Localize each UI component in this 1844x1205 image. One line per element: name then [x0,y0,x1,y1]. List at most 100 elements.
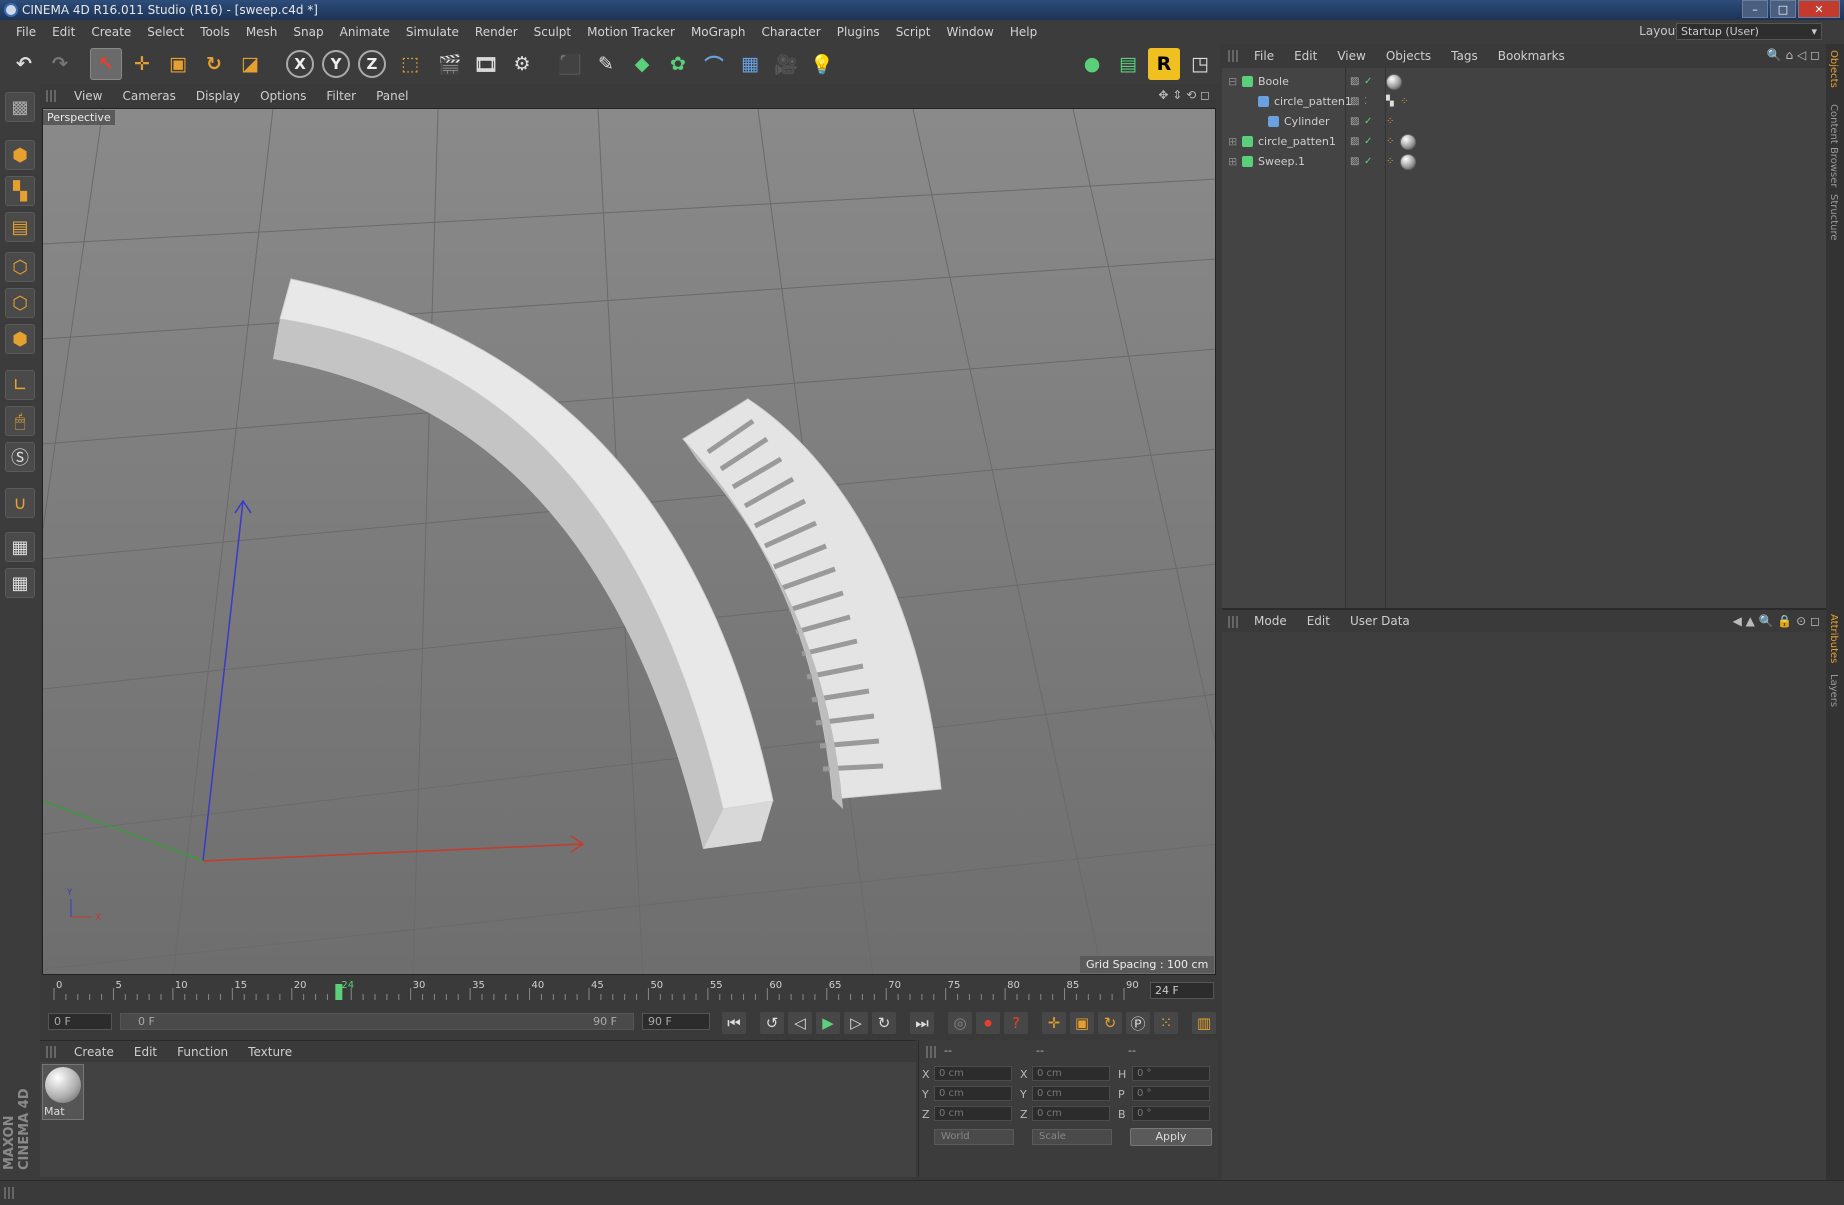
attribute-menu-user-data[interactable]: User Data [1340,614,1420,628]
enabled-check-icon[interactable]: ✓ [1364,156,1372,167]
editor-visibility-icon[interactable]: ▨ [1350,116,1359,127]
polygons-mode-icon[interactable]: ⬢ [5,324,35,354]
viewport-camera-label[interactable]: Perspective [43,110,115,125]
minimize-button[interactable]: – [1742,0,1768,18]
menu-help[interactable]: Help [1002,20,1045,44]
planar-workplane-icon[interactable]: ▦ [5,568,35,598]
key-rotation-icon[interactable]: ↻ [1098,1012,1122,1034]
layout-select[interactable]: Startup (User) ▾ [1676,23,1822,40]
axis-mode-icon[interactable]: ∟ [5,370,35,400]
viewport-menu-view[interactable]: View [64,89,112,103]
key-position-icon[interactable]: ✛ [1042,1012,1066,1034]
coord-pos-y-field[interactable]: 0 cm [934,1086,1012,1101]
menu-simulate[interactable]: Simulate [398,20,467,44]
tab-structure[interactable]: Structure [1828,194,1839,241]
rotate-tool-icon[interactable]: ↻ [198,48,230,80]
phong-tag-icon[interactable]: ⁘ [1386,156,1394,167]
key-parameter-icon[interactable]: Ⓟ [1126,1012,1150,1034]
enabled-check-icon[interactable]: ✓ [1364,136,1372,147]
material-menu-create[interactable]: Create [64,1045,124,1059]
render-settings-icon[interactable]: ⚙ [506,48,538,80]
coord-rot-p-field[interactable]: 0 ° [1132,1086,1210,1101]
editor-visibility-icon[interactable]: ▨ [1350,156,1359,167]
material-tag-icon[interactable] [1386,74,1402,90]
menu-script[interactable]: Script [888,20,939,44]
edges-mode-icon[interactable]: ⬡ [5,288,35,318]
sculpt-icon[interactable]: ● [1076,48,1108,80]
material-menu-edit[interactable]: Edit [124,1045,167,1059]
end-frame-field[interactable]: 90 F [642,1013,710,1030]
attribute-nav-icons[interactable]: ◀ ▲ 🔍 🔒 ⊙ ◻ [1733,614,1820,628]
apply-button[interactable]: Apply [1130,1128,1212,1146]
material-menu-texture[interactable]: Texture [238,1045,302,1059]
snapping-icon[interactable]: Ⓢ [5,442,35,472]
expand-icon[interactable]: ⊞ [1228,152,1237,172]
object-menu-view[interactable]: View [1327,49,1375,63]
material-menu-function[interactable]: Function [167,1045,238,1059]
play-icon[interactable]: ▶ [816,1012,840,1034]
menu-sculpt[interactable]: Sculpt [526,20,579,44]
texture-mode-icon[interactable]: ▚ [5,176,35,206]
tweak-mode-icon[interactable]: 🖱 [5,406,35,436]
x-axis-lock-button[interactable]: X [286,50,314,78]
timeline-window-icon[interactable]: ▥ [1192,1012,1216,1034]
workplane-lock-icon[interactable]: ▦ [5,532,35,562]
previous-frame-icon[interactable]: ◁ [788,1012,812,1034]
object-menu-tags[interactable]: Tags [1441,49,1488,63]
go-to-end-icon[interactable]: ⏭ [910,1012,934,1034]
next-frame-icon[interactable]: ▷ [844,1012,868,1034]
frame-icon[interactable]: ◳ [1184,48,1216,80]
object-menu-objects[interactable]: Objects [1376,49,1441,63]
size-mode-dropdown[interactable]: Scale [1032,1129,1112,1145]
tab-objects[interactable]: Objects [1828,50,1839,88]
object-menu-edit[interactable]: Edit [1284,49,1327,63]
coord-size-z-field[interactable]: 0 cm [1032,1106,1110,1121]
dots-icon[interactable]: ⁚ [1364,96,1367,107]
key-selection-icon[interactable]: ? [1004,1012,1028,1034]
menu-file[interactable]: File [8,20,44,44]
menu-window[interactable]: Window [939,20,1002,44]
move-tool-icon[interactable]: ✛ [126,48,158,80]
menu-tools[interactable]: Tools [192,20,238,44]
snap-icon[interactable]: ▤ [1112,48,1144,80]
record-keys-icon[interactable]: ◎ [948,1012,972,1034]
editor-visibility-icon[interactable]: ▨ [1350,76,1359,87]
next-key-icon[interactable]: ↻ [872,1012,896,1034]
coordinate-space-dropdown[interactable]: World [934,1129,1014,1145]
workplane-icon[interactable]: ▤ [5,212,35,242]
viewport-menu-cameras[interactable]: Cameras [112,89,185,103]
viewport-menu-filter[interactable]: Filter [316,89,366,103]
object-row-boole[interactable]: ⊟ Boole ▨ ✓ [1222,72,1826,92]
menu-character[interactable]: Character [753,20,828,44]
key-scale-icon[interactable]: ▣ [1070,1012,1094,1034]
expand-icon[interactable]: ⊞ [1228,132,1237,152]
menu-motion-tracker[interactable]: Motion Tracker [579,20,683,44]
frame-range-slider[interactable]: 0 F 90 F [120,1013,634,1030]
render-picture-viewer-icon[interactable]: 🎞 [470,48,502,80]
cube-primitive-icon[interactable]: ⬛ [554,48,586,80]
z-axis-lock-button[interactable]: Z [358,50,386,78]
checker-tag-icon[interactable]: ▚ [1386,96,1394,107]
deformer-icon[interactable]: ⌒ [698,48,730,80]
tab-attributes[interactable]: Attributes [1828,614,1839,663]
menu-edit[interactable]: Edit [44,20,83,44]
tab-content-browser[interactable]: Content Browser [1828,104,1839,187]
spline-pen-icon[interactable]: ✎ [590,48,622,80]
light-icon[interactable]: 💡 [806,48,838,80]
go-to-start-icon[interactable]: ⏮ [722,1012,746,1034]
live-selection-icon[interactable]: ↖ [90,48,122,80]
object-menu-bookmarks[interactable]: Bookmarks [1488,49,1575,63]
menu-plugins[interactable]: Plugins [829,20,888,44]
redo-icon[interactable]: ↷ [44,48,76,80]
enabled-check-icon[interactable]: ✓ [1364,76,1372,87]
scale-tool-icon[interactable]: ▣ [162,48,194,80]
coord-size-x-field[interactable]: 0 cm [1032,1066,1110,1081]
coord-pos-z-field[interactable]: 0 cm [934,1106,1012,1121]
menu-animate[interactable]: Animate [332,20,398,44]
close-button[interactable]: ✕ [1798,0,1840,18]
auto-key-icon[interactable]: ⏺ [976,1012,1000,1034]
y-axis-lock-button[interactable]: Y [322,50,350,78]
menu-snap[interactable]: Snap [285,20,331,44]
coord-pos-x-field[interactable]: 0 cm [934,1066,1012,1081]
fps-field[interactable]: 24 F [1150,982,1214,999]
